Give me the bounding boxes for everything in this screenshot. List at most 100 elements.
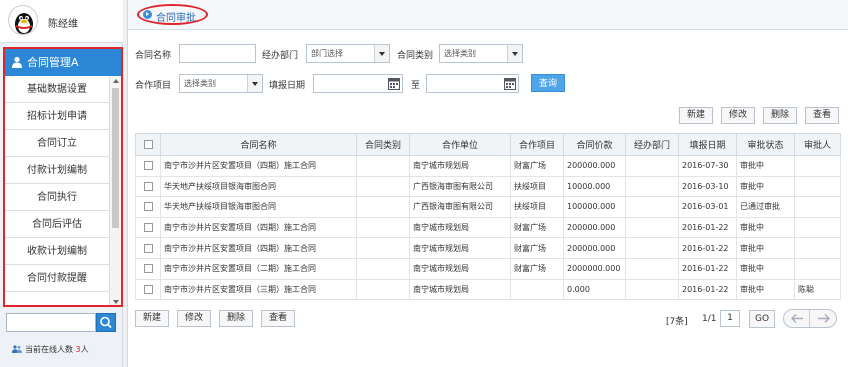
row-checkbox[interactable] xyxy=(135,237,161,259)
new-button-top[interactable]: 新建 xyxy=(679,107,713,124)
table-row[interactable]: 华天地产扶绥项目银海审图合同 广西银海审图有限公司 扶绥项目 10000.000… xyxy=(135,175,841,198)
row-checkbox[interactable] xyxy=(135,216,161,239)
cell-approver xyxy=(794,216,841,239)
menu-item-payment-plan[interactable]: 付款计划编制 xyxy=(5,157,109,184)
menu-list: 基础数据设置 招标计划申请 合同订立 付款计划编制 合同执行 合同后评估 收款计… xyxy=(5,76,109,292)
scroll-thumb[interactable] xyxy=(112,88,119,228)
calendar-icon[interactable] xyxy=(504,77,516,90)
cell-date: 2016-01-22 xyxy=(678,237,737,259)
menu-header[interactable]: 合同管理A xyxy=(5,49,121,76)
next-page-button[interactable] xyxy=(811,310,836,327)
cell-name: 南宁市沙井片区安置项目（三期）施工合同 xyxy=(160,278,357,301)
view-button-top[interactable]: 查看 xyxy=(805,107,839,124)
sidebar-search-input[interactable] xyxy=(6,313,96,332)
contract-table: 合同名称 合同类别 合作单位 合作项目 合同价款 经办部门 填报日期 审批状态 … xyxy=(135,133,841,301)
delete-button-bottom[interactable]: 删除 xyxy=(219,310,253,327)
date-to-input[interactable] xyxy=(426,74,519,93)
cell-partner: 广西银海审图有限公司 xyxy=(409,175,511,198)
search-icon xyxy=(100,316,112,329)
calendar-icon[interactable] xyxy=(388,77,400,90)
edit-button-bottom[interactable]: 修改 xyxy=(177,310,211,327)
table-row[interactable]: 南宁市沙井片区安置项目（四期）施工合同 南宁城市规划局 财富广场 200000.… xyxy=(135,216,841,239)
contract-name-input[interactable] xyxy=(179,44,256,63)
row-checkbox[interactable] xyxy=(135,257,161,280)
col-header[interactable]: 合同类别 xyxy=(356,133,410,156)
table-row[interactable]: 南宁市沙井片区安置项目（三期）施工合同 南宁城市规划局 0.000 2016-0… xyxy=(135,278,841,301)
user-name: 陈经维 xyxy=(48,19,78,30)
sidebar-search-button[interactable] xyxy=(96,313,116,332)
table-row[interactable]: 华天地产扶绥项目银海审图合同 广西银海审图有限公司 扶绥项目 100000.00… xyxy=(135,196,841,218)
department-select-value: 部门选择 xyxy=(311,49,343,58)
scroll-down-icon[interactable] xyxy=(113,300,119,304)
scroll-up-icon[interactable] xyxy=(113,79,119,83)
menu-item-receipt-plan[interactable]: 收款计划编制 xyxy=(5,238,109,265)
date-from-input[interactable] xyxy=(313,74,403,93)
cell-type xyxy=(356,278,410,301)
cell-dept xyxy=(625,216,679,239)
cell-dept xyxy=(625,155,679,177)
cell-project: 财富广场 xyxy=(510,155,564,177)
row-checkbox[interactable] xyxy=(135,278,161,301)
tab-contract-approval[interactable]: 合同审批 xyxy=(156,9,196,24)
view-button-bottom[interactable]: 查看 xyxy=(261,310,295,327)
cell-name: 南宁市沙井片区安置项目（四期）施工合同 xyxy=(160,216,357,239)
table-row[interactable]: 南宁市沙井片区安置项目（四期）施工合同 南宁城市规划局 财富广场 200000.… xyxy=(135,155,841,177)
menu-scrollbar[interactable] xyxy=(109,76,121,305)
cell-price: 2000000.000 xyxy=(563,257,626,280)
row-checkbox[interactable] xyxy=(135,175,161,198)
cell-date: 2016-07-30 xyxy=(678,155,737,177)
cell-type xyxy=(356,257,410,280)
table-row[interactable]: 南宁市沙井片区安置项目（四期）施工合同 南宁城市规划局 财富广场 200000.… xyxy=(135,237,841,259)
dropdown-arrow-icon xyxy=(507,45,522,62)
edit-button-top[interactable]: 修改 xyxy=(721,107,755,124)
cell-status: 审批中 xyxy=(736,278,795,301)
menu-item-post-evaluation[interactable]: 合同后评估 xyxy=(5,211,109,238)
col-header[interactable]: 填报日期 xyxy=(678,133,737,156)
menu-item-payment-reminder[interactable]: 合同付款提醒 xyxy=(5,265,109,292)
dropdown-arrow-icon xyxy=(374,45,389,62)
menu-item-contract-execution[interactable]: 合同执行 xyxy=(5,184,109,211)
col-header[interactable]: 经办部门 xyxy=(625,133,679,156)
filter-date-label: 填报日期 xyxy=(269,81,306,91)
department-select[interactable]: 部门选择 xyxy=(306,44,390,63)
delete-button-top[interactable]: 删除 xyxy=(763,107,797,124)
cell-partner: 南宁城市规划局 xyxy=(409,278,511,301)
cell-project: 扶绥项目 xyxy=(510,175,564,198)
project-select[interactable]: 选择类别 xyxy=(179,74,263,93)
col-header[interactable]: 审批状态 xyxy=(736,133,795,156)
type-select-value: 选择类别 xyxy=(444,49,476,58)
cell-name: 华天地产扶绥项目银海审图合同 xyxy=(160,196,357,218)
cell-date: 2016-01-22 xyxy=(678,216,737,239)
new-button-bottom[interactable]: 新建 xyxy=(135,310,169,327)
col-header[interactable]: 合作项目 xyxy=(510,133,564,156)
select-all-checkbox[interactable] xyxy=(135,133,161,156)
cell-approver xyxy=(794,175,841,198)
col-header[interactable]: 合同名称 xyxy=(160,133,357,156)
menu-item-basic-data[interactable]: 基础数据设置 xyxy=(5,76,109,103)
menu-item-tender-plan[interactable]: 招标计划申请 xyxy=(5,103,109,130)
cell-price: 200000.000 xyxy=(563,155,626,177)
query-button[interactable]: 查询 xyxy=(531,74,565,92)
cell-project xyxy=(510,278,564,301)
col-header[interactable]: 审批人 xyxy=(794,133,841,156)
cell-status: 审批中 xyxy=(736,237,795,259)
row-checkbox[interactable] xyxy=(135,196,161,218)
table-row[interactable]: 南宁市沙井片区安置项目（二期）施工合同 南宁城市规划局 财富广场 2000000… xyxy=(135,257,841,280)
cell-project: 扶绥项目 xyxy=(510,196,564,218)
menu-item-contract-signing[interactable]: 合同订立 xyxy=(5,130,109,157)
main-content: 合同审批 合同名称 经办部门 部门选择 合同类别 选择类别 合作项目 选择类别 … xyxy=(127,0,848,367)
prev-page-button[interactable] xyxy=(784,310,810,327)
cell-approver xyxy=(794,196,841,218)
cell-partner: 南宁城市规划局 xyxy=(409,155,511,177)
cell-dept xyxy=(625,257,679,280)
col-header[interactable]: 合作单位 xyxy=(409,133,511,156)
cell-price: 0.000 xyxy=(563,278,626,301)
col-header[interactable]: 合同价款 xyxy=(563,133,626,156)
cell-project: 财富广场 xyxy=(510,237,564,259)
go-button[interactable]: GO xyxy=(749,310,775,328)
user-icon xyxy=(12,56,22,68)
cell-name: 南宁市沙井片区安置项目（二期）施工合同 xyxy=(160,257,357,280)
page-number-input[interactable]: 1 xyxy=(720,310,740,327)
row-checkbox[interactable] xyxy=(135,155,161,177)
type-select[interactable]: 选择类别 xyxy=(439,44,523,63)
